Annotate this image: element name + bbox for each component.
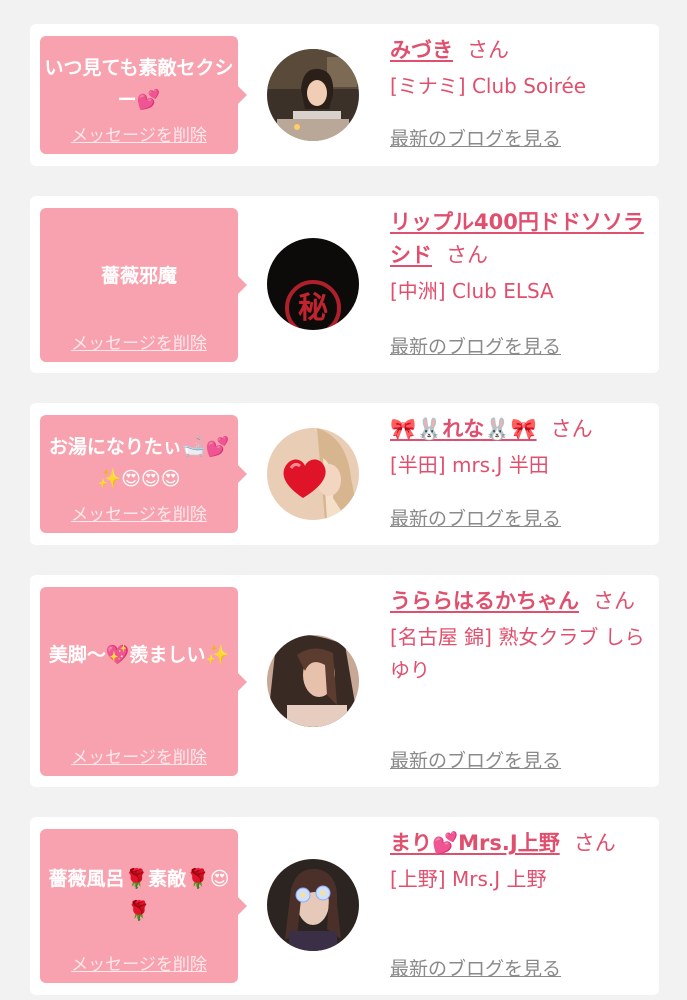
message-card-list: いつ見ても素敵セクシー💕 メッセージを削除 みづき さん [ミナミ] Club S… xyxy=(0,0,687,1000)
cast-info: みづき さん [ミナミ] Club Soirée xyxy=(390,34,645,103)
message-bubble: いつ見ても素敵セクシー💕 メッセージを削除 xyxy=(40,36,247,154)
message-text: 薔薇風呂🌹素敵🌹😍🌹 xyxy=(48,868,230,922)
latest-blog-link[interactable]: 最新のブログを見る xyxy=(390,746,561,773)
honorific: さん xyxy=(446,243,488,267)
delete-message-link[interactable]: メッセージを削除 xyxy=(40,329,238,354)
message-bubble: 美脚〜💖羨ましい✨ メッセージを削除 xyxy=(40,587,247,776)
delete-message-link[interactable]: メッセージを削除 xyxy=(40,500,238,525)
shop-name: [上野] Mrs.J 上野 xyxy=(390,867,547,891)
latest-blog-link[interactable]: 最新のブログを見る xyxy=(390,124,561,151)
message-bubble: お湯になりたぃ🛁💕✨😍😍😍 メッセージを削除 xyxy=(40,415,247,533)
shop-name: [中洲] Club ELSA xyxy=(390,279,554,303)
cast-avatar[interactable] xyxy=(267,635,359,727)
honorific: さん xyxy=(593,589,635,613)
message-text: 美脚〜💖羨ましい✨ xyxy=(48,644,230,666)
cast-name-line: 🎀🐰れな🐰🎀 さん xyxy=(390,413,645,446)
cast-info: リップル400円ドドソソラシド さん [中洲] Club ELSA xyxy=(390,206,645,308)
honorific: さん xyxy=(467,38,509,62)
cast-name-link[interactable]: まり💕Mrs.J上野 xyxy=(390,831,560,855)
delete-message-link[interactable]: メッセージを削除 xyxy=(40,121,238,146)
cast-info: うららはるかちゃん さん [名古屋 錦] 熟女クラブ しらゆり xyxy=(390,585,645,687)
svg-text:秘: 秘 xyxy=(298,291,328,326)
delete-message-link[interactable]: メッセージを削除 xyxy=(40,743,238,768)
message-text: お湯になりたぃ🛁💕✨😍😍😍 xyxy=(48,436,230,490)
cast-name-line: みづき さん xyxy=(390,34,645,67)
shop-name: [半田] mrs.J 半田 xyxy=(390,453,549,477)
secret-mark-icon: 秘 xyxy=(267,238,359,330)
cast-info: 🎀🐰れな🐰🎀 さん [半田] mrs.J 半田 xyxy=(390,413,645,482)
latest-blog-link[interactable]: 最新のブログを見る xyxy=(390,504,561,531)
cast-photo-icon xyxy=(267,635,359,727)
message-bubble: 薔薇風呂🌹素敵🌹😍🌹 メッセージを削除 xyxy=(40,829,247,983)
message-card: いつ見ても素敵セクシー💕 メッセージを削除 みづき さん [ミナミ] Club S… xyxy=(30,24,659,166)
latest-blog-link[interactable]: 最新のブログを見る xyxy=(390,332,561,359)
honorific: さん xyxy=(573,831,616,855)
cast-name-link[interactable]: みづき xyxy=(390,38,453,62)
cast-name-link[interactable]: 🎀🐰れな🐰🎀 xyxy=(390,417,537,441)
delete-message-link[interactable]: メッセージを削除 xyxy=(40,950,238,975)
heart-covered-photo-icon xyxy=(267,428,359,520)
cast-name-link[interactable]: うららはるかちゃん xyxy=(390,589,579,613)
message-card: 薔薇風呂🌹素敵🌹😍🌹 メッセージを削除 まり💕Mrs.J上野 さん [上野] Mr… xyxy=(30,817,659,995)
message-text: 薔薇邪魔 xyxy=(100,265,177,287)
cast-info: まり💕Mrs.J上野 さん [上野] Mrs.J 上野 xyxy=(390,827,645,896)
message-text: いつ見ても素敵セクシー💕 xyxy=(44,57,234,111)
message-card: 美脚〜💖羨ましい✨ メッセージを削除 うららはるかちゃん さん [名古屋 錦] 熟… xyxy=(30,575,659,787)
honorific: さん xyxy=(550,417,593,441)
latest-blog-link[interactable]: 最新のブログを見る xyxy=(390,954,561,981)
message-card: お湯になりたぃ🛁💕✨😍😍😍 メッセージを削除 🎀🐰れな🐰🎀 さん [半田] mrs… xyxy=(30,403,659,545)
cast-name-line: リップル400円ドドソソラシド さん xyxy=(390,206,645,272)
message-bubble: 薔薇邪魔 メッセージを削除 xyxy=(40,208,247,362)
message-card: 薔薇邪魔 メッセージを削除 秘 リップル400円ドドソソラシド さん [中洲] C… xyxy=(30,196,659,373)
cast-avatar[interactable] xyxy=(267,428,359,520)
cast-avatar[interactable] xyxy=(267,49,359,141)
cast-name-link[interactable]: リップル400円ドドソソラシド xyxy=(390,210,644,267)
shop-name: [ミナミ] Club Soirée xyxy=(390,74,587,98)
flower-covered-photo-icon xyxy=(267,859,359,951)
cast-name-line: うららはるかちゃん さん xyxy=(390,585,645,618)
cast-name-line: まり💕Mrs.J上野 さん xyxy=(390,827,645,860)
shop-name: [名古屋 錦] 熟女クラブ しらゆり xyxy=(390,625,645,682)
cast-avatar[interactable] xyxy=(267,859,359,951)
cast-avatar[interactable]: 秘 xyxy=(267,238,359,330)
cast-photo-icon xyxy=(267,49,359,141)
